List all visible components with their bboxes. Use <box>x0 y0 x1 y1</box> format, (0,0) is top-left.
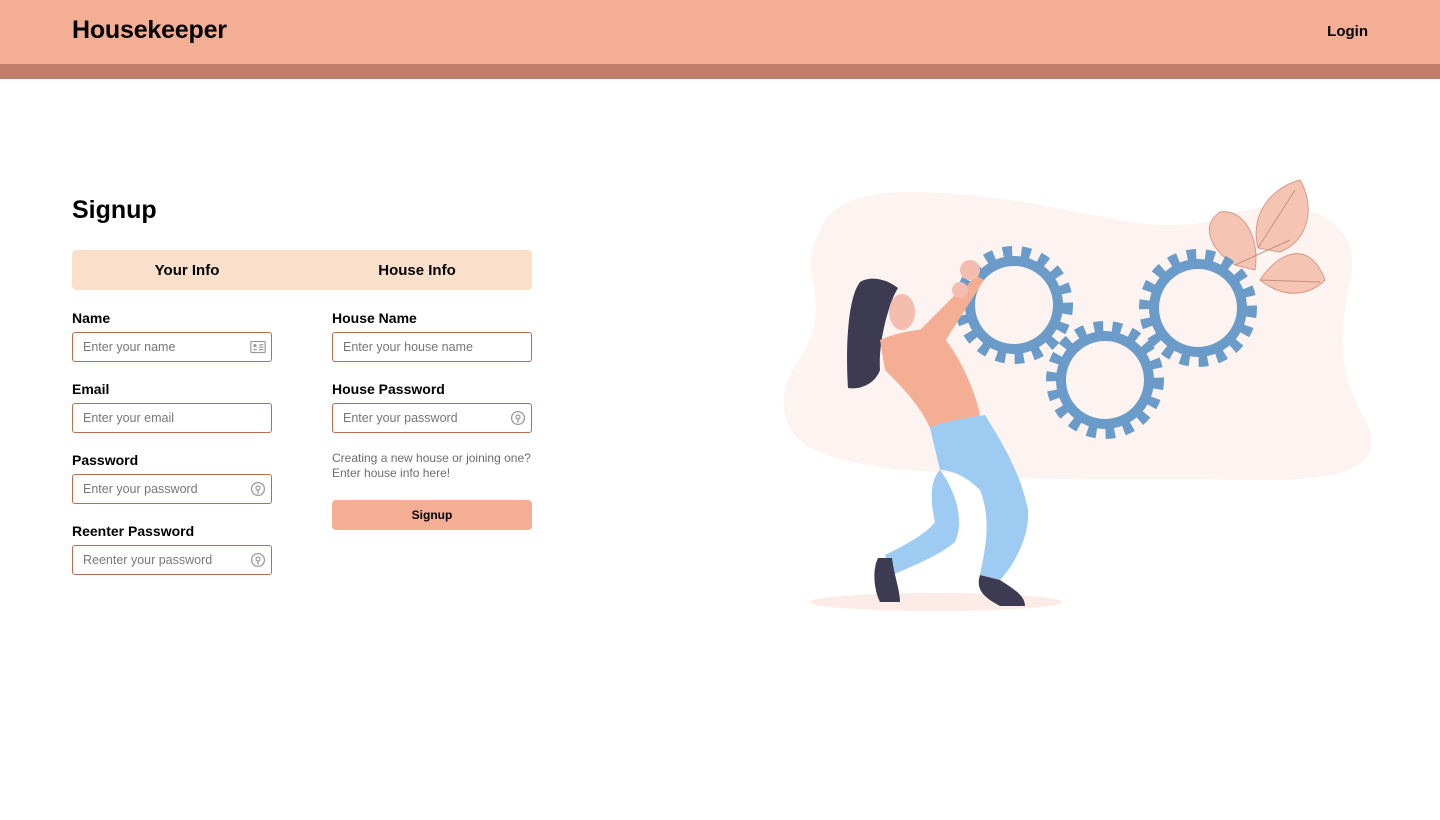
password-input[interactable] <box>73 475 271 503</box>
house-name-label: House Name <box>332 310 417 326</box>
reenter-password-input[interactable] <box>73 546 271 574</box>
tab-house-info[interactable]: House Info <box>302 250 532 290</box>
house-password-input[interactable] <box>333 404 531 432</box>
signup-button[interactable]: Signup <box>332 500 532 530</box>
hero-illustration <box>783 179 1372 611</box>
email-input[interactable] <box>73 404 271 432</box>
id-card-icon <box>250 340 266 354</box>
password-label: Password <box>72 452 139 468</box>
tab-bar: Your Info House Info <box>72 250 532 290</box>
house-name-input[interactable] <box>333 333 531 361</box>
name-label: Name <box>72 310 111 326</box>
name-field-group: Name <box>72 311 272 362</box>
email-field-group: Email <box>72 382 272 433</box>
hint-line-1: Creating a new house or joining one? <box>332 451 531 465</box>
house-password-label: House Password <box>332 381 445 397</box>
password-key-icon[interactable] <box>250 481 266 497</box>
house-name-field-group: House Name <box>332 311 532 362</box>
reenter-password-input-wrapper <box>72 545 272 575</box>
email-input-wrapper <box>72 403 272 433</box>
house-name-input-wrapper <box>332 332 532 362</box>
house-password-input-wrapper <box>332 403 532 433</box>
password-input-wrapper <box>72 474 272 504</box>
password-field-group: Password <box>72 453 272 504</box>
hint-line-2: Enter house info here! <box>332 465 451 480</box>
tab-your-info[interactable]: Your Info <box>72 250 302 290</box>
name-input-wrapper <box>72 332 272 362</box>
reenter-password-field-group: Reenter Password <box>72 524 272 575</box>
login-link[interactable]: Login <box>1327 23 1368 40</box>
navbar-bar: Housekeeper Login <box>0 0 1440 64</box>
reenter-password-label: Reenter Password <box>72 523 195 539</box>
brand-title[interactable]: Housekeeper <box>72 16 227 45</box>
navbar-strip <box>0 64 1440 79</box>
email-label: Email <box>72 381 110 397</box>
house-info-hint: Creating a new house or joining one? Ent… <box>332 451 542 480</box>
house-password-field-group: House Password <box>332 382 532 433</box>
password-key-icon[interactable] <box>510 410 526 426</box>
password-key-icon[interactable] <box>250 552 266 568</box>
page-title: Signup <box>72 196 157 224</box>
name-input[interactable] <box>73 333 271 361</box>
